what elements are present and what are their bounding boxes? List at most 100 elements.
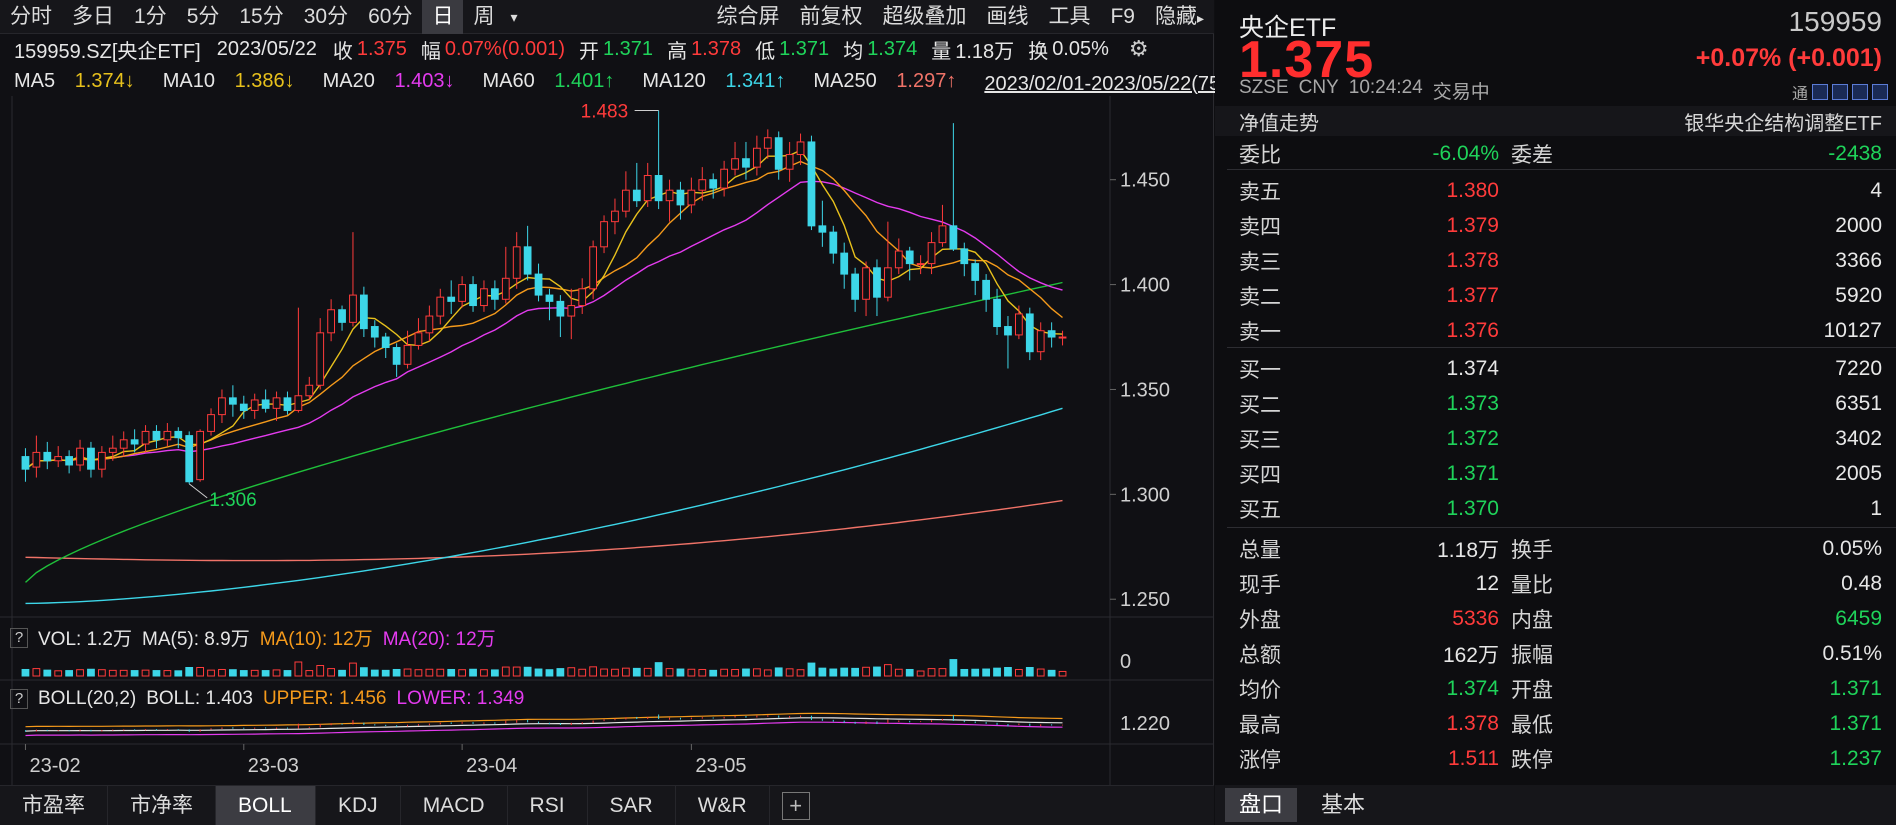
fuquan-button[interactable]: 前复权: [789, 0, 872, 34]
tab-30min[interactable]: 30分: [294, 0, 358, 34]
volume-bar: [654, 662, 663, 677]
volume-bar: [250, 669, 259, 677]
ma20-line: [25, 180, 1063, 470]
tab-sar[interactable]: SAR: [588, 785, 676, 825]
tools-button[interactable]: 工具: [1038, 0, 1100, 34]
tab-macd[interactable]: MACD: [401, 785, 508, 825]
bid-row[interactable]: 买五 1.370 1: [1239, 491, 1882, 526]
volume-bar: [32, 668, 41, 677]
date-range[interactable]: 2023/02/01-2023/05/22(75日): [984, 67, 1246, 96]
trading-status: 交易中: [1432, 82, 1490, 103]
high-annotation: 1.483: [581, 101, 629, 122]
bid-row[interactable]: 买三 1.372 3402: [1239, 421, 1882, 456]
volume-bar: [65, 670, 74, 677]
volume-bar: [796, 669, 805, 677]
volume-bar: [425, 668, 434, 677]
ask-row[interactable]: 卖一 1.376 10127: [1239, 313, 1882, 348]
candle-body: [381, 336, 390, 349]
tab-pe[interactable]: 市盈率: [0, 785, 108, 825]
ask-row[interactable]: 卖五 1.380 4: [1239, 173, 1882, 208]
flag-icon[interactable]: [1852, 84, 1868, 100]
ma5-label: MA5: [14, 69, 56, 92]
volume-help-icon[interactable]: ?: [10, 627, 28, 648]
tab-5min[interactable]: 5分: [177, 0, 230, 34]
edit-icon[interactable]: [1812, 84, 1828, 100]
hide-label: 隐藏: [1154, 4, 1197, 28]
draw-line-button[interactable]: 画线: [976, 0, 1038, 34]
stat-label: 开盘: [1511, 678, 1553, 702]
tab-15min[interactable]: 15分: [229, 0, 293, 34]
tab-kdj[interactable]: KDJ: [316, 785, 401, 825]
ask-volume: 2000: [1835, 213, 1882, 237]
candle-body: [894, 250, 903, 269]
composite-screen-button[interactable]: 综合屏: [706, 0, 789, 34]
stat-value: 1.374: [1446, 676, 1499, 700]
candle-body: [207, 414, 215, 432]
stat-value: 1.511: [1448, 746, 1499, 770]
candle-body: [261, 399, 270, 409]
bid-label: 买四: [1239, 463, 1281, 487]
ma5-legend: MA5 1.374↓: [14, 70, 149, 93]
tab-rsi[interactable]: RSI: [508, 785, 588, 825]
ma60-label: MA60: [482, 69, 535, 92]
volume-bar: [283, 670, 292, 677]
add-icon[interactable]: [1872, 84, 1888, 100]
nav-trend-link[interactable]: 净值走势: [1239, 107, 1319, 136]
amp-value: 0.07%(0.001): [444, 37, 565, 60]
tab-week[interactable]: 周: [463, 0, 504, 34]
tab-boll[interactable]: BOLL: [216, 785, 316, 825]
divider: [1227, 527, 1896, 528]
tab-pankou[interactable]: 盘口: [1225, 788, 1298, 822]
tab-duori[interactable]: 多日: [62, 0, 124, 34]
period-dropdown-icon[interactable]: ▾: [504, 0, 523, 34]
ask-volume: 10127: [1823, 318, 1882, 342]
volume-bar: [643, 667, 652, 677]
candle-body: [185, 435, 194, 483]
ask-row[interactable]: 卖三 1.378 3366: [1239, 243, 1882, 278]
add-indicator-icon[interactable]: +: [781, 791, 810, 820]
overlay-button[interactable]: 超级叠加: [872, 0, 976, 34]
volume-bar: [905, 668, 914, 677]
ask-row[interactable]: 卖四 1.379 2000: [1239, 208, 1882, 243]
boll-help-icon[interactable]: ?: [10, 689, 28, 709]
bid-row[interactable]: 买四 1.371 2005: [1239, 456, 1882, 491]
f9-button[interactable]: F9: [1100, 0, 1145, 34]
indicator-tabs: 市盈率 市净率 BOLL KDJ MACD RSI SAR W&R +: [0, 785, 1214, 825]
volume-bar: [447, 668, 456, 677]
tab-60min[interactable]: 60分: [358, 0, 422, 34]
volume-panel-legend: ? VOL: 1.2万 MA(5): 8.9万 MA(10): 12万 MA(2…: [10, 624, 496, 651]
tab-1min[interactable]: 1分: [124, 0, 177, 34]
volume-bar: [938, 668, 947, 677]
settings-gear-icon[interactable]: ⚙: [1129, 36, 1149, 62]
bid-row[interactable]: 买二 1.373 6351: [1239, 386, 1882, 421]
volume-bar: [261, 670, 270, 677]
bid-row[interactable]: 买一 1.374 7220: [1239, 351, 1882, 386]
volume-bar: [742, 668, 750, 677]
bid-label: 买一: [1239, 358, 1281, 382]
close-label: 收: [332, 40, 353, 63]
alert-icon[interactable]: [1832, 84, 1848, 100]
tab-wr[interactable]: W&R: [676, 785, 770, 825]
tab-day[interactable]: 日: [422, 0, 464, 34]
exchange: SZSE: [1239, 77, 1289, 98]
volume-bar: [851, 667, 860, 677]
wc-label: 委差: [1511, 143, 1553, 167]
volume-bar: [720, 668, 729, 677]
volume-bar: [76, 669, 84, 677]
stats-row: 总额 162万 振幅 0.51%: [1239, 636, 1882, 671]
wc-value: -2438: [1828, 141, 1882, 165]
hide-button[interactable]: 隐藏▸: [1145, 0, 1214, 34]
tab-pb[interactable]: 市净率: [108, 785, 216, 825]
y-tick-label: 1.350: [1120, 379, 1170, 401]
y-tick-label: 1.300: [1120, 484, 1170, 506]
candle-body: [218, 397, 226, 416]
x-tick-label: 23-04: [466, 755, 517, 777]
volume-bar: [228, 669, 237, 677]
ask-row[interactable]: 卖二 1.377 5920: [1239, 278, 1882, 313]
tab-basic[interactable]: 基本: [1307, 788, 1379, 822]
candle-body: [611, 210, 619, 223]
tab-fenshi[interactable]: 分时: [0, 0, 62, 34]
bid-volume: 2005: [1835, 461, 1882, 485]
quote-info-line: 159959.SZ[央企ETF] 2023/05/22 收 1.375 幅 0.07…: [0, 34, 1214, 64]
open-value: 1.371: [603, 37, 654, 60]
